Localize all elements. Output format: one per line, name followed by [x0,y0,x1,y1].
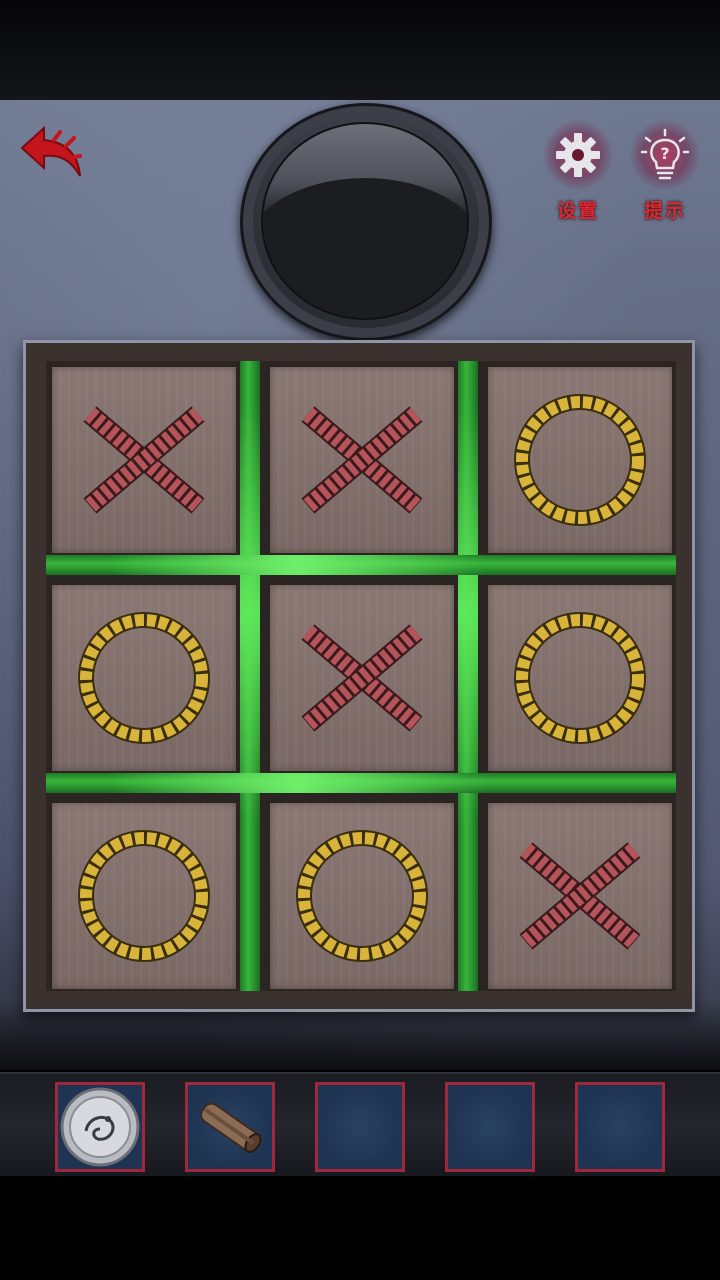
board-cell-5[interactable] [268,583,456,773]
porthole-glass [261,122,469,320]
board-cell-2[interactable] [268,365,456,555]
bottom-bar [0,1176,720,1280]
board-cell-6[interactable] [486,583,674,773]
o-mark [78,830,210,962]
inventory-bar [0,1072,720,1178]
o-mark [514,394,646,526]
grid-line-horizontal-1 [46,555,676,575]
board-cell-7[interactable] [50,801,238,991]
scroll-icon [200,1102,262,1153]
inventory-slot-2[interactable] [185,1082,275,1172]
top-bar [0,0,720,105]
inventory-slot-4[interactable] [445,1082,535,1172]
inventory-slot-5[interactable] [575,1082,665,1172]
lightbulb-icon: ? [640,128,690,180]
x-mark [301,406,423,514]
o-mark [514,612,646,744]
x-mark [83,406,205,514]
back-button[interactable] [14,118,94,188]
x-mark [519,842,641,950]
porthole-window [240,103,492,341]
board-cell-1[interactable] [50,365,238,555]
inventory-slot-3[interactable] [315,1082,405,1172]
gear-icon [556,133,600,177]
o-mark [296,830,428,962]
inventory-slot-1[interactable] [55,1082,145,1172]
board-cell-3[interactable] [486,365,674,555]
o-mark [78,612,210,744]
board-cell-4[interactable] [50,583,238,773]
silver-plate-icon [60,1087,140,1167]
tic-tac-toe-board [23,340,695,1012]
settings-button[interactable]: 设置 [533,120,623,223]
svg-text:?: ? [660,144,669,163]
board-cell-9[interactable] [486,801,674,991]
grid-line-vertical-2 [458,361,478,991]
x-mark [301,624,423,732]
hint-label: 提示 [643,200,686,222]
grid-line-horizontal-2 [46,773,676,793]
board-cell-8[interactable] [268,801,456,991]
board-inner [46,361,676,991]
settings-label: 设置 [556,200,599,222]
hint-button[interactable]: ? 提示 [620,120,710,223]
back-arrow-icon [20,125,82,177]
grid-line-vertical-1 [240,361,260,991]
